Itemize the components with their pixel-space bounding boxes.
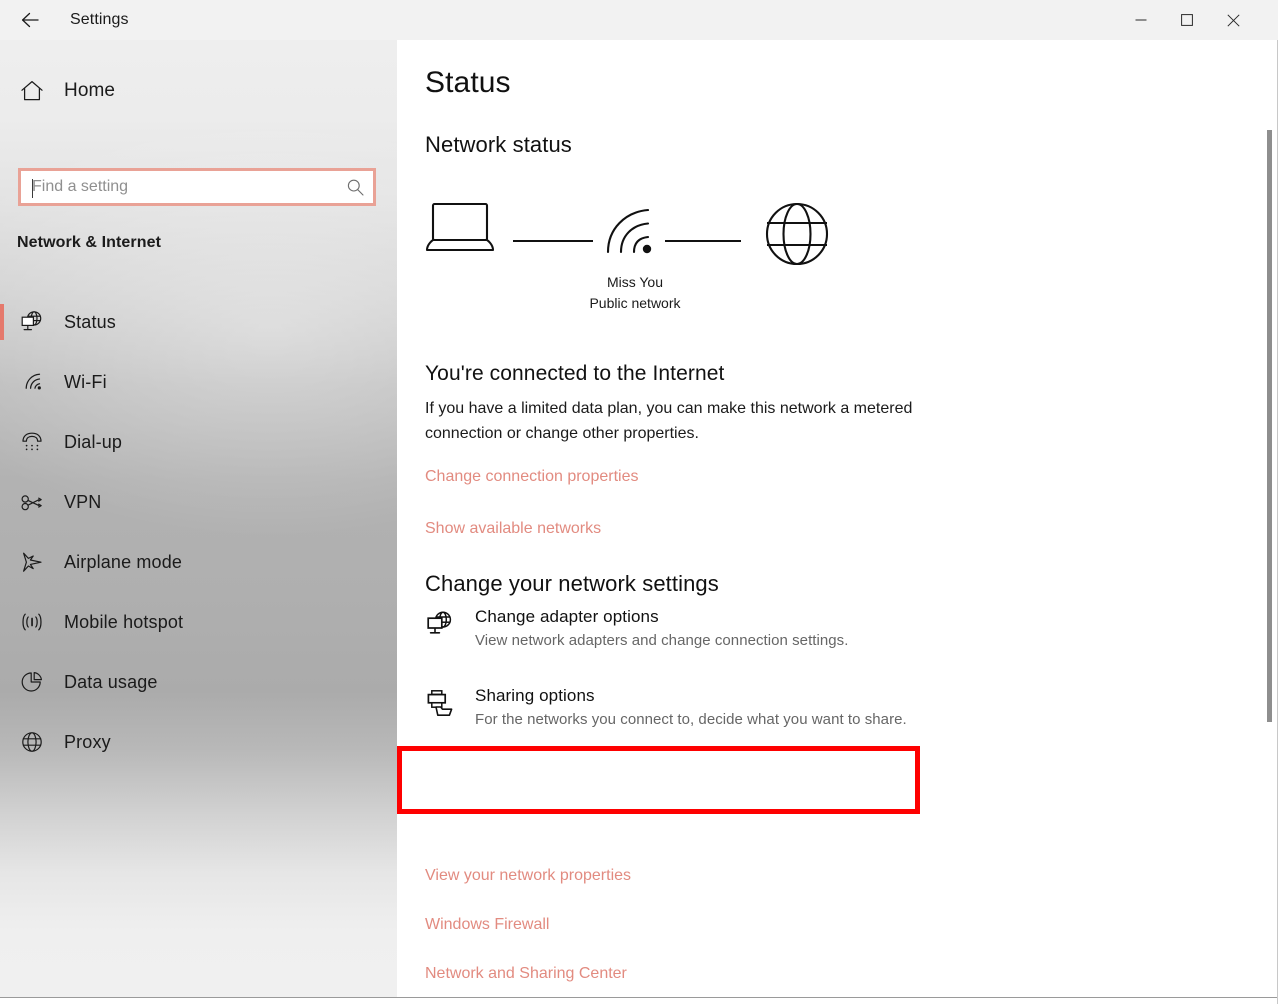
back-arrow-icon — [19, 9, 41, 31]
link-change-connection-properties[interactable]: Change connection properties — [425, 468, 638, 486]
link-view-your-network-properties[interactable]: View your network properties — [425, 867, 631, 885]
sidebar-category-title: Network & Internet — [17, 234, 161, 252]
vpn-key-icon — [6, 489, 58, 515]
minimize-icon — [1135, 14, 1147, 26]
sidebar-item-label: Dial-up — [64, 432, 122, 453]
sidebar-item-label: Wi-Fi — [64, 372, 107, 393]
option-subtitle: For the networks you connect to, decide … — [475, 708, 907, 731]
sidebar-item-mobile-hotspot[interactable]: Mobile hotspot — [0, 592, 397, 652]
pie-chart-icon — [6, 669, 58, 695]
scrollbar-thumb[interactable] — [1267, 130, 1272, 722]
minimize-button[interactable] — [1118, 4, 1164, 36]
maximize-icon — [1181, 14, 1193, 26]
window-title: Settings — [70, 0, 129, 40]
wifi-icon — [608, 210, 651, 253]
sidebar-item-data-usage[interactable]: Data usage — [0, 652, 397, 712]
sidebar-item-home[interactable]: Home — [0, 68, 397, 114]
sidebar-item-airplane-mode[interactable]: Airplane mode — [0, 532, 397, 592]
search-box[interactable] — [18, 168, 376, 206]
window-bottom-edge — [0, 997, 1278, 1004]
option-title: Sharing options — [475, 684, 907, 708]
sidebar-item-label: Status — [64, 312, 116, 333]
hotspot-icon — [6, 609, 58, 635]
wifi-icon — [6, 369, 58, 395]
globe-monitor-icon — [419, 605, 475, 639]
link-show-available-networks[interactable]: Show available networks — [425, 520, 601, 538]
selection-indicator — [0, 304, 4, 340]
link-network-and-sharing-center[interactable]: Network and Sharing Center — [425, 965, 627, 983]
vertical-scrollbar[interactable] — [1261, 40, 1278, 998]
globe-icon — [767, 204, 827, 264]
network-type: Public network — [425, 293, 845, 314]
option-subtitle: View network adapters and change connect… — [475, 629, 848, 652]
link-windows-firewall[interactable]: Windows Firewall — [425, 916, 549, 934]
home-icon — [6, 78, 58, 104]
content-area: Status Network status — [397, 40, 1278, 998]
search-icon[interactable] — [337, 178, 373, 197]
airplane-icon — [6, 549, 58, 575]
maximize-button[interactable] — [1164, 4, 1210, 36]
sidebar-item-label: Proxy — [64, 732, 111, 753]
title-bar: Settings — [0, 0, 1278, 40]
warning-triangle-icon — [419, 763, 475, 797]
sidebar-item-label: Data usage — [64, 672, 158, 693]
network-status-heading: Network status — [425, 132, 572, 158]
close-icon — [1227, 14, 1240, 27]
printer-folder-icon — [419, 684, 475, 718]
option-title: Network troubleshooter — [475, 763, 715, 787]
network-diagram-graphic — [425, 192, 845, 272]
network-name: Miss You — [607, 274, 663, 290]
option-sharing-options[interactable]: Sharing options For the networks you con… — [419, 684, 979, 742]
search-caret — [32, 179, 33, 198]
option-change-adapter-options[interactable]: Change adapter options View network adap… — [419, 605, 979, 663]
laptop-icon — [427, 204, 493, 250]
globe-icon — [6, 729, 58, 755]
back-button[interactable] — [8, 4, 52, 36]
globe-monitor-icon — [6, 309, 58, 335]
connected-title: You're connected to the Internet — [425, 362, 725, 386]
sidebar-item-proxy[interactable]: Proxy — [0, 712, 397, 772]
dialup-phone-icon — [6, 429, 58, 455]
home-label: Home — [64, 80, 115, 102]
search-input[interactable] — [21, 171, 337, 203]
network-caption: Miss You Public network — [425, 272, 845, 314]
connected-description: If you have a limited data plan, you can… — [425, 396, 925, 446]
sidebar: Home Network & Internet — [0, 40, 397, 998]
sidebar-item-label: Mobile hotspot — [64, 612, 183, 633]
sidebar-nav-list: Status Wi-Fi — [0, 292, 397, 772]
close-button[interactable] — [1210, 4, 1256, 36]
sidebar-item-label: VPN — [64, 492, 101, 513]
option-subtitle: Diagnose and fix network problems. — [475, 787, 715, 810]
sidebar-item-label: Airplane mode — [64, 552, 182, 573]
window-controls — [1118, 0, 1256, 40]
sidebar-item-dialup[interactable]: Dial-up — [0, 412, 397, 472]
network-status-diagram: Miss You Public network — [425, 192, 845, 312]
settings-window: Settings — [0, 0, 1278, 1004]
sidebar-item-wifi[interactable]: Wi-Fi — [0, 352, 397, 412]
option-title: Change adapter options — [475, 605, 848, 629]
sidebar-item-status[interactable]: Status — [0, 292, 397, 352]
page-title: Status — [425, 66, 511, 100]
option-network-troubleshooter[interactable]: Network troubleshooter Diagnose and fix … — [419, 763, 979, 821]
change-network-settings-heading: Change your network settings — [425, 571, 719, 597]
sidebar-item-vpn[interactable]: VPN — [0, 472, 397, 532]
